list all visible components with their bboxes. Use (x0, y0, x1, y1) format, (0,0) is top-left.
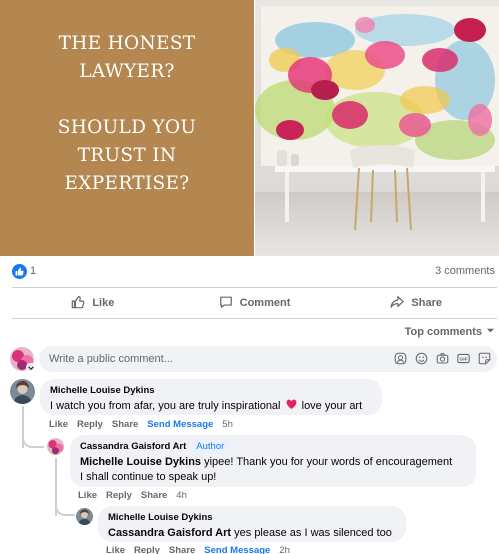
comments-count[interactable]: 3 comments (435, 264, 495, 279)
comment-text-part: love your art (301, 400, 363, 412)
post-image[interactable]: THE HONEST LAWYER? SHOULD YOU TRUST IN E… (0, 0, 499, 256)
comment-share-button[interactable]: Share (112, 419, 138, 431)
banner-line: TRUST IN (77, 145, 177, 166)
comment-text: Michelle Louise Dykins yipee! Thank you … (80, 455, 466, 485)
comment-share-button[interactable]: Share (141, 490, 167, 502)
comment-actions: Like Reply Share Send Message 2h (106, 545, 290, 554)
commenter-name[interactable]: Cassandra Gaisford Art (80, 441, 186, 452)
reactions-row: 1 3 comments (0, 264, 499, 280)
commenter-name[interactable]: Michelle Louise Dykins (50, 385, 372, 397)
comment-timestamp[interactable]: 5h (222, 419, 233, 431)
author-badge: Author (192, 441, 229, 453)
comment-share-button[interactable]: Share (169, 545, 195, 554)
comment-sort-dropdown[interactable]: Top comments (405, 326, 495, 338)
avatar-sticker-icon[interactable] (394, 352, 407, 365)
svg-text:GIF: GIF (459, 357, 467, 363)
camera-icon[interactable] (436, 352, 449, 365)
send-message-link[interactable]: Send Message (147, 419, 213, 431)
heart-emoji-icon (286, 399, 297, 415)
comment-input-box: GIF (39, 346, 497, 372)
comment-like-button[interactable]: Like (106, 545, 125, 554)
banner-line: LAWYER? (79, 61, 175, 82)
gif-icon[interactable]: GIF (457, 352, 470, 365)
thread-connector (22, 434, 44, 448)
comment-timestamp[interactable]: 4h (176, 490, 187, 502)
like-button[interactable]: Like (12, 290, 174, 316)
comment-text-part: yipee! Thank you for your words of encou… (204, 456, 453, 468)
thumbs-up-icon (71, 295, 85, 312)
comment-reply-button[interactable]: Reply (106, 490, 132, 502)
avatar[interactable] (76, 508, 93, 525)
comment-like-button[interactable]: Like (78, 490, 97, 502)
banner-line: THE HONEST (58, 33, 196, 54)
comment-actions: Like Reply Share 4h (78, 490, 187, 502)
comment-like-button[interactable]: Like (49, 419, 68, 431)
composer-icons: GIF (394, 352, 491, 365)
comment-bubble: Cassandra Gaisford Art Author Michelle Lo… (70, 435, 476, 487)
emoji-icon[interactable] (415, 352, 428, 365)
comment-bubble: Michelle Louise Dykins Cassandra Gaisfor… (98, 506, 406, 542)
comment-reply-button[interactable]: Reply (134, 545, 160, 554)
post-actions: Like Comment Share (12, 290, 497, 316)
comment-input[interactable] (49, 346, 379, 372)
quote-banner: THE HONEST LAWYER? SHOULD YOU TRUST IN E… (0, 0, 254, 256)
banner-line: SHOULD YOU (57, 117, 197, 138)
avatar[interactable] (47, 438, 64, 455)
comment-text-part: I shall continue to speak up! (80, 471, 217, 483)
mention-link[interactable]: Cassandra Gaisford Art (108, 527, 231, 539)
banner-line: EXPERTISE? (64, 173, 190, 194)
commenter-name[interactable]: Michelle Louise Dykins (108, 512, 396, 524)
like-label: Like (92, 297, 115, 309)
commenter-name-row: Cassandra Gaisford Art Author (80, 441, 466, 453)
share-arrow-icon (390, 295, 405, 312)
divider (12, 318, 497, 319)
sticker-icon[interactable] (478, 352, 491, 365)
comment-label: Comment (239, 297, 291, 309)
comment-text-part: I watch you from afar, you are truly ins… (50, 400, 281, 412)
thread-connector (55, 502, 75, 516)
avatar[interactable] (10, 379, 35, 404)
comment-text: Cassandra Gaisford Art yes please as I w… (108, 526, 396, 541)
comment-bubble: Michelle Louise Dykins I watch you from … (40, 379, 382, 415)
mention-link[interactable]: Michelle Louise Dykins (80, 456, 201, 468)
comment-reply-button[interactable]: Reply (77, 419, 103, 431)
send-message-link[interactable]: Send Message (204, 545, 270, 554)
caret-down-icon (486, 326, 495, 338)
share-label: Share (411, 297, 442, 309)
comment-actions: Like Reply Share Send Message 5h (49, 419, 233, 431)
comment-composer: GIF (10, 346, 497, 372)
chevron-down-icon[interactable] (26, 363, 35, 372)
comment-text: I watch you from afar, you are truly ins… (50, 399, 372, 415)
banner-text: THE HONEST LAWYER? SHOULD YOU TRUST IN E… (0, 30, 254, 198)
reaction-count[interactable]: 1 (30, 264, 36, 279)
share-button[interactable]: Share (335, 290, 497, 316)
artwork-photo (255, 0, 499, 256)
comment-button[interactable]: Comment (174, 290, 336, 316)
like-reaction-icon[interactable] (12, 264, 27, 279)
comment-text-part: yes please as I was silenced too (234, 527, 392, 539)
sort-label: Top comments (404, 326, 482, 338)
comment-bubble-icon (219, 295, 233, 312)
divider (12, 287, 497, 288)
comment-timestamp[interactable]: 2h (279, 545, 290, 554)
